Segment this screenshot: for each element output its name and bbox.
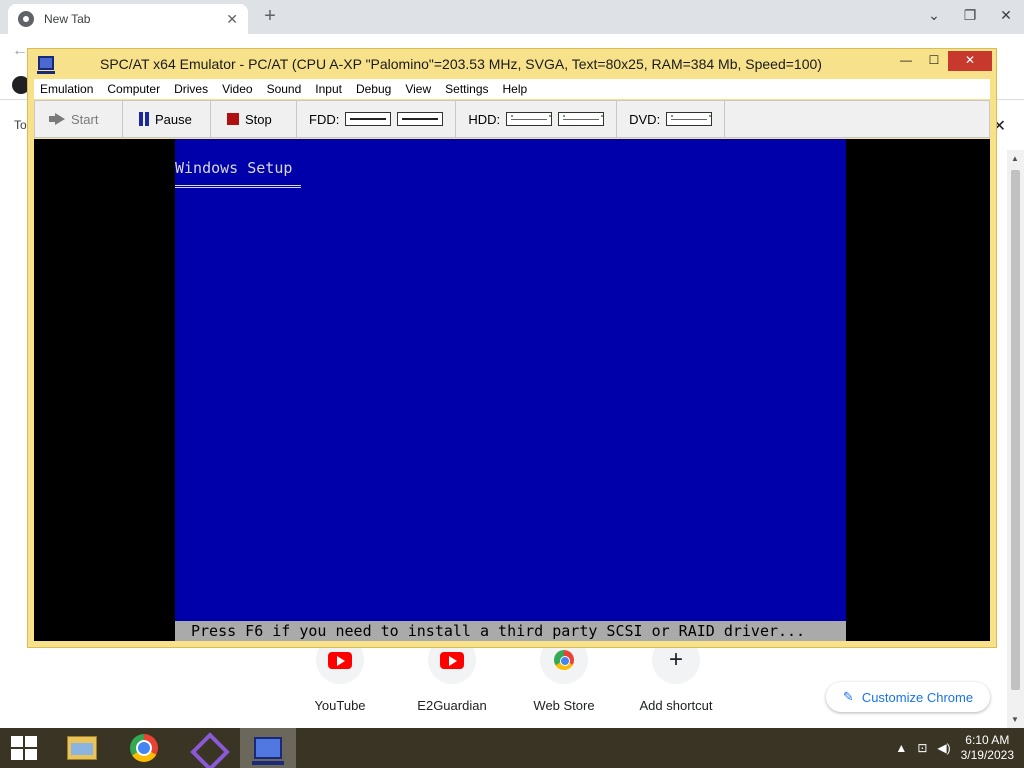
restore-button[interactable]: ❐: [952, 0, 988, 34]
tab-title: New Tab: [44, 12, 91, 26]
setup-title-underline: [175, 185, 301, 188]
show-hidden-icons-icon[interactable]: ▲: [895, 741, 907, 755]
floppy-drive-b-icon[interactable]: [397, 112, 444, 126]
stop-button[interactable]: Stop: [211, 101, 297, 137]
shortcut-label: Add shortcut: [639, 698, 713, 713]
taskbar-emulator[interactable]: [240, 728, 296, 768]
browser-tab-strip: New Tab ✕ + ⌄ ❐ ✕: [0, 0, 1024, 34]
pause-icon: [139, 112, 149, 126]
fdd-label: FDD:: [309, 111, 340, 127]
emulator-title: SPC/AT x64 Emulator - PC/AT (CPU A-XP "P…: [100, 56, 822, 72]
scroll-up-icon[interactable]: ▲: [1011, 154, 1019, 163]
start-arrow-icon: [49, 113, 65, 125]
close-button[interactable]: ✕: [948, 51, 992, 71]
taskbar-clock[interactable]: 6:10 AM 3/19/2023: [961, 733, 1014, 763]
menu-computer[interactable]: Computer: [107, 82, 160, 96]
menu-sound[interactable]: Sound: [267, 82, 302, 96]
windows-taskbar: ▲ ⊡ ◀) 6:10 AM 3/19/2023: [0, 728, 1024, 768]
taskbar-chrome[interactable]: [116, 728, 172, 768]
dvd-label: DVD:: [629, 111, 661, 127]
network-icon[interactable]: ⊡: [917, 741, 927, 755]
scroll-thumb[interactable]: [1011, 170, 1020, 690]
dvd-group: DVD:: [617, 101, 726, 137]
start-button[interactable]: Start: [35, 101, 123, 137]
chrome-icon: [130, 734, 158, 762]
page-scrollbar[interactable]: ▲ ▼: [1007, 150, 1024, 728]
pencil-icon: ✎: [842, 689, 854, 704]
pause-button[interactable]: Pause: [123, 101, 211, 137]
stop-icon: [227, 113, 239, 125]
webstore-icon: [554, 650, 574, 670]
emulator-window: SPC/AT x64 Emulator - PC/AT (CPU A-XP "P…: [27, 48, 997, 648]
browser-window-controls: ⌄ ❐ ✕: [916, 0, 1024, 34]
menu-drives[interactable]: Drives: [174, 82, 208, 96]
menu-help[interactable]: Help: [503, 82, 528, 96]
scroll-down-icon[interactable]: ▼: [1011, 715, 1019, 724]
volume-icon[interactable]: ◀): [937, 741, 950, 755]
emulator-app-icon[interactable]: [37, 56, 55, 74]
fdd-group: FDD:: [297, 101, 457, 137]
youtube-icon: [440, 651, 464, 669]
dvd-drive-icon[interactable]: [666, 112, 713, 126]
menu-view[interactable]: View: [405, 82, 431, 96]
menu-debug[interactable]: Debug: [356, 82, 391, 96]
chrome-favicon-icon: [18, 11, 34, 27]
floppy-drive-a-icon[interactable]: [345, 112, 392, 126]
windows-logo-icon: [11, 736, 37, 760]
stop-label: Stop: [245, 111, 272, 127]
close-browser-button[interactable]: ✕: [988, 0, 1024, 34]
emulator-menubar: Emulation Computer Drives Video Sound In…: [34, 79, 990, 99]
tab-new-tab[interactable]: New Tab ✕: [8, 4, 248, 34]
emulator-display[interactable]: Windows Setup Press F6 if you need to in…: [34, 139, 990, 641]
visual-studio-icon: [192, 734, 220, 762]
setup-status-bar: Press F6 if you need to install a third …: [175, 621, 846, 641]
menu-input[interactable]: Input: [315, 82, 342, 96]
setup-title: Windows Setup: [175, 159, 293, 177]
emulator-icon: [252, 737, 284, 765]
pause-label: Pause: [155, 111, 192, 127]
menu-video[interactable]: Video: [222, 82, 252, 96]
plus-icon: +: [668, 646, 683, 673]
maximize-button[interactable]: ☐: [920, 51, 948, 71]
shortcut-label: YouTube: [314, 698, 366, 713]
system-tray: ▲ ⊡ ◀) 6:10 AM 3/19/2023: [895, 728, 1024, 768]
menu-settings[interactable]: Settings: [445, 82, 488, 96]
windows-start-button[interactable]: [0, 728, 48, 768]
new-tab-button[interactable]: +: [258, 4, 282, 28]
customize-chrome-button[interactable]: ✎ Customize Chrome: [826, 682, 990, 712]
tab-close-icon[interactable]: ✕: [226, 11, 238, 28]
clock-date: 3/19/2023: [960, 748, 1014, 762]
shortcut-label: Web Store: [533, 698, 595, 713]
emulator-titlebar[interactable]: SPC/AT x64 Emulator - PC/AT (CPU A-XP "P…: [28, 49, 996, 79]
shortcuts-grid: YouTube E2Guardian Web Store + Add short…: [290, 636, 730, 716]
side-panel-label: To: [14, 118, 27, 132]
tab-search-button[interactable]: ⌄: [916, 0, 952, 34]
hdd-label: HDD:: [468, 111, 501, 127]
taskbar-visual-studio[interactable]: [178, 728, 234, 768]
emulator-toolbar: Start Pause Stop FDD: HDD: DVD:: [34, 100, 990, 138]
shortcut-label: E2Guardian: [417, 698, 487, 713]
back-arrow-icon[interactable]: ←: [12, 42, 28, 60]
hdd-group: HDD:: [456, 101, 618, 137]
file-explorer-icon: [67, 736, 97, 760]
hard-drive-2-icon[interactable]: [558, 112, 605, 126]
customize-chrome-label: Customize Chrome: [861, 689, 974, 705]
clock-time: 6:10 AM: [965, 733, 1010, 747]
start-label: Start: [71, 111, 99, 127]
youtube-icon: [328, 651, 352, 669]
hard-drive-1-icon[interactable]: [506, 112, 553, 126]
setup-screen: Windows Setup Press F6 if you need to in…: [175, 139, 846, 641]
emulator-window-controls: — ☐ ✕: [892, 51, 992, 71]
menu-emulation[interactable]: Emulation: [40, 82, 93, 96]
taskbar-file-explorer[interactable]: [54, 728, 110, 768]
minimize-button[interactable]: —: [892, 51, 920, 71]
